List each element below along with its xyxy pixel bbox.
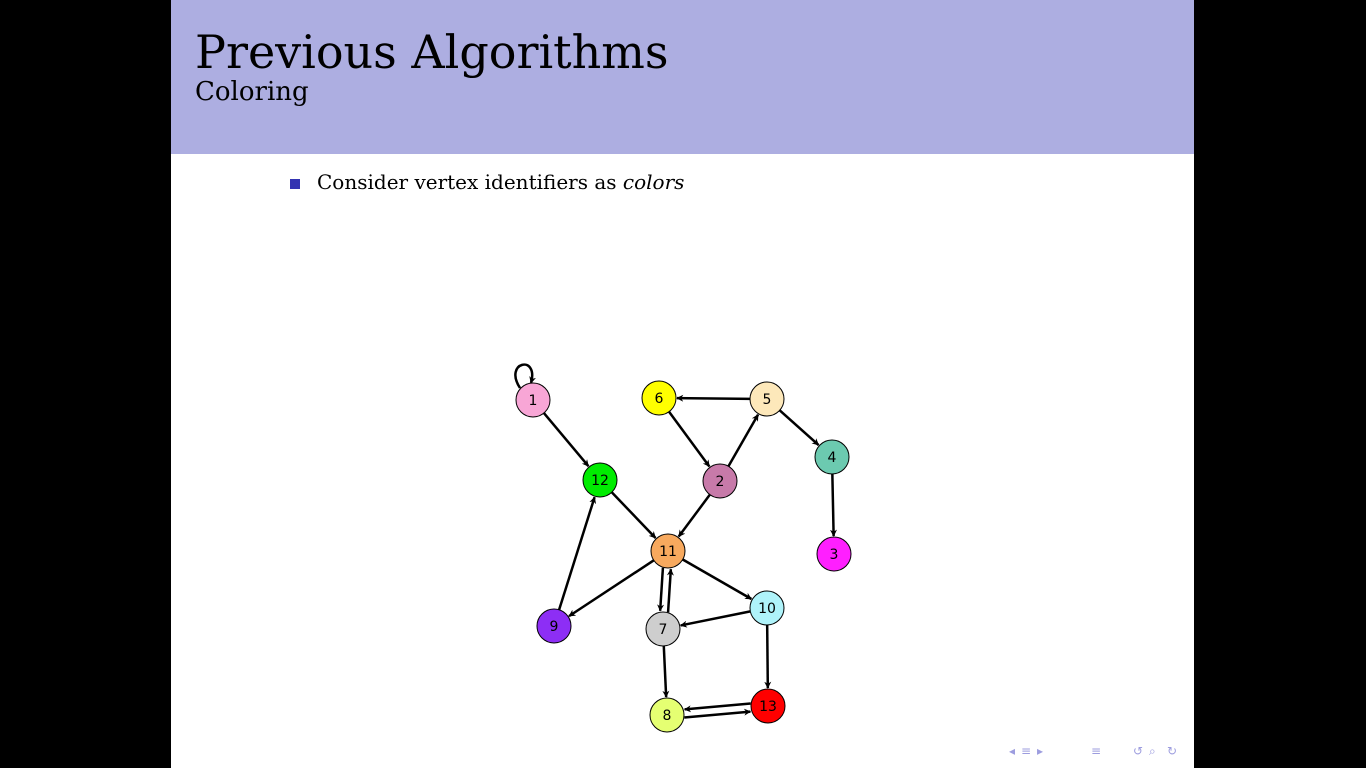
node-11: 11 — [650, 533, 686, 569]
edge-10-13 — [764, 624, 772, 689]
node-4: 4 — [814, 439, 850, 475]
edge-5-6 — [676, 394, 751, 402]
edge-2-11 — [677, 493, 711, 538]
node-label-13: 13 — [759, 699, 777, 715]
node-8: 8 — [649, 697, 685, 733]
node-2: 2 — [702, 463, 738, 499]
nav-right-arrow-icon[interactable]: ▸ — [1037, 744, 1043, 758]
edge-11-10 — [682, 558, 753, 601]
node-label-10: 10 — [758, 601, 776, 617]
node-6: 6 — [641, 380, 677, 416]
nav-search-icon[interactable]: ⌕ — [1149, 744, 1156, 759]
nav-left-arrow-icon[interactable]: ◂ — [1009, 744, 1015, 758]
node-label-1: 1 — [529, 393, 538, 409]
edge-5-4 — [778, 409, 820, 446]
edge-11-9 — [568, 559, 655, 618]
nav-redo-icon[interactable]: ↻ — [1167, 744, 1177, 758]
node-label-7: 7 — [659, 622, 668, 638]
edge-10-7 — [679, 610, 751, 628]
node-label-3: 3 — [830, 547, 839, 563]
edge-7-11 — [666, 568, 674, 613]
edge-1-12 — [542, 412, 590, 468]
node-label-12: 12 — [591, 473, 609, 489]
node-label-11: 11 — [659, 544, 677, 560]
node-7: 7 — [645, 611, 681, 647]
edge-11-7 — [657, 567, 665, 612]
node-label-8: 8 — [663, 708, 672, 724]
edge-12-11 — [610, 491, 657, 539]
node-9: 9 — [536, 608, 572, 644]
edge-7-8 — [662, 645, 670, 698]
slide: Previous Algorithms Coloring Consider ve… — [171, 0, 1194, 768]
node-5: 5 — [749, 381, 785, 417]
edge-9-12 — [557, 496, 597, 611]
nav-frame-icon[interactable]: ≡ — [1021, 744, 1031, 758]
node-label-4: 4 — [828, 450, 837, 466]
node-label-6: 6 — [655, 391, 664, 407]
node-label-2: 2 — [716, 474, 725, 490]
nav-section-icon[interactable]: ≡ — [1091, 744, 1101, 758]
navigation-bar: ◂ ≡ ▸ ≡ ↺ ⌕ ↻ — [1009, 744, 1189, 760]
node-10: 10 — [749, 590, 785, 626]
node-1: 1 — [515, 382, 551, 418]
edge-4-3 — [829, 473, 837, 537]
edge-2-5 — [727, 413, 760, 467]
node-3: 3 — [816, 536, 852, 572]
node-13: 13 — [750, 688, 786, 724]
edge-6-2 — [668, 410, 711, 468]
node-12: 12 — [582, 462, 618, 498]
nav-undo-icon[interactable]: ↺ — [1133, 744, 1143, 758]
edge-13-8 — [683, 702, 751, 713]
node-label-9: 9 — [550, 619, 559, 635]
graph-diagram: 12345678910111213 — [514, 363, 852, 733]
node-label-5: 5 — [763, 392, 772, 408]
edge-8-13 — [684, 708, 752, 719]
